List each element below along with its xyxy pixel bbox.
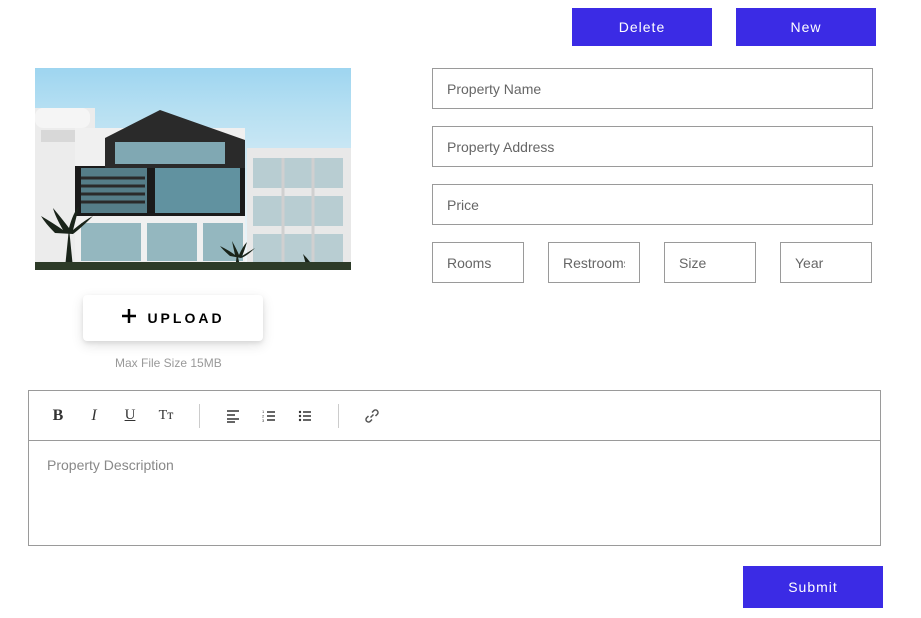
price-input[interactable]	[432, 184, 873, 225]
submit-button[interactable]: Submit	[743, 566, 883, 608]
toolbar-divider	[199, 404, 200, 428]
ordered-list-button[interactable]: 123	[260, 407, 278, 425]
upload-hint: Max File Size 15MB	[115, 356, 222, 370]
plus-icon	[121, 308, 137, 328]
property-address-input[interactable]	[432, 126, 873, 167]
year-input[interactable]	[780, 242, 872, 283]
underline-button[interactable]: U	[121, 407, 139, 425]
upload-button[interactable]: UPLOAD	[83, 295, 263, 341]
italic-button[interactable]: I	[85, 407, 103, 425]
description-editor: B I U Tᴛ 123 Property Description	[28, 390, 881, 546]
text-size-button[interactable]: Tᴛ	[157, 407, 175, 425]
property-name-input[interactable]	[432, 68, 873, 109]
restrooms-input[interactable]	[548, 242, 640, 283]
unordered-list-button[interactable]	[296, 407, 314, 425]
size-input[interactable]	[664, 242, 756, 283]
bold-button[interactable]: B	[49, 407, 67, 425]
toolbar-divider-2	[338, 404, 339, 428]
description-textarea[interactable]: Property Description	[29, 441, 880, 545]
rooms-input[interactable]	[432, 242, 524, 283]
property-image-preview	[35, 68, 351, 270]
delete-button[interactable]: Delete	[572, 8, 712, 46]
property-form	[432, 68, 873, 283]
editor-toolbar: B I U Tᴛ 123	[29, 391, 880, 441]
svg-text:3: 3	[262, 418, 265, 423]
upload-label: UPLOAD	[147, 310, 224, 326]
link-button[interactable]	[363, 407, 381, 425]
align-left-button[interactable]	[224, 407, 242, 425]
new-button[interactable]: New	[736, 8, 876, 46]
